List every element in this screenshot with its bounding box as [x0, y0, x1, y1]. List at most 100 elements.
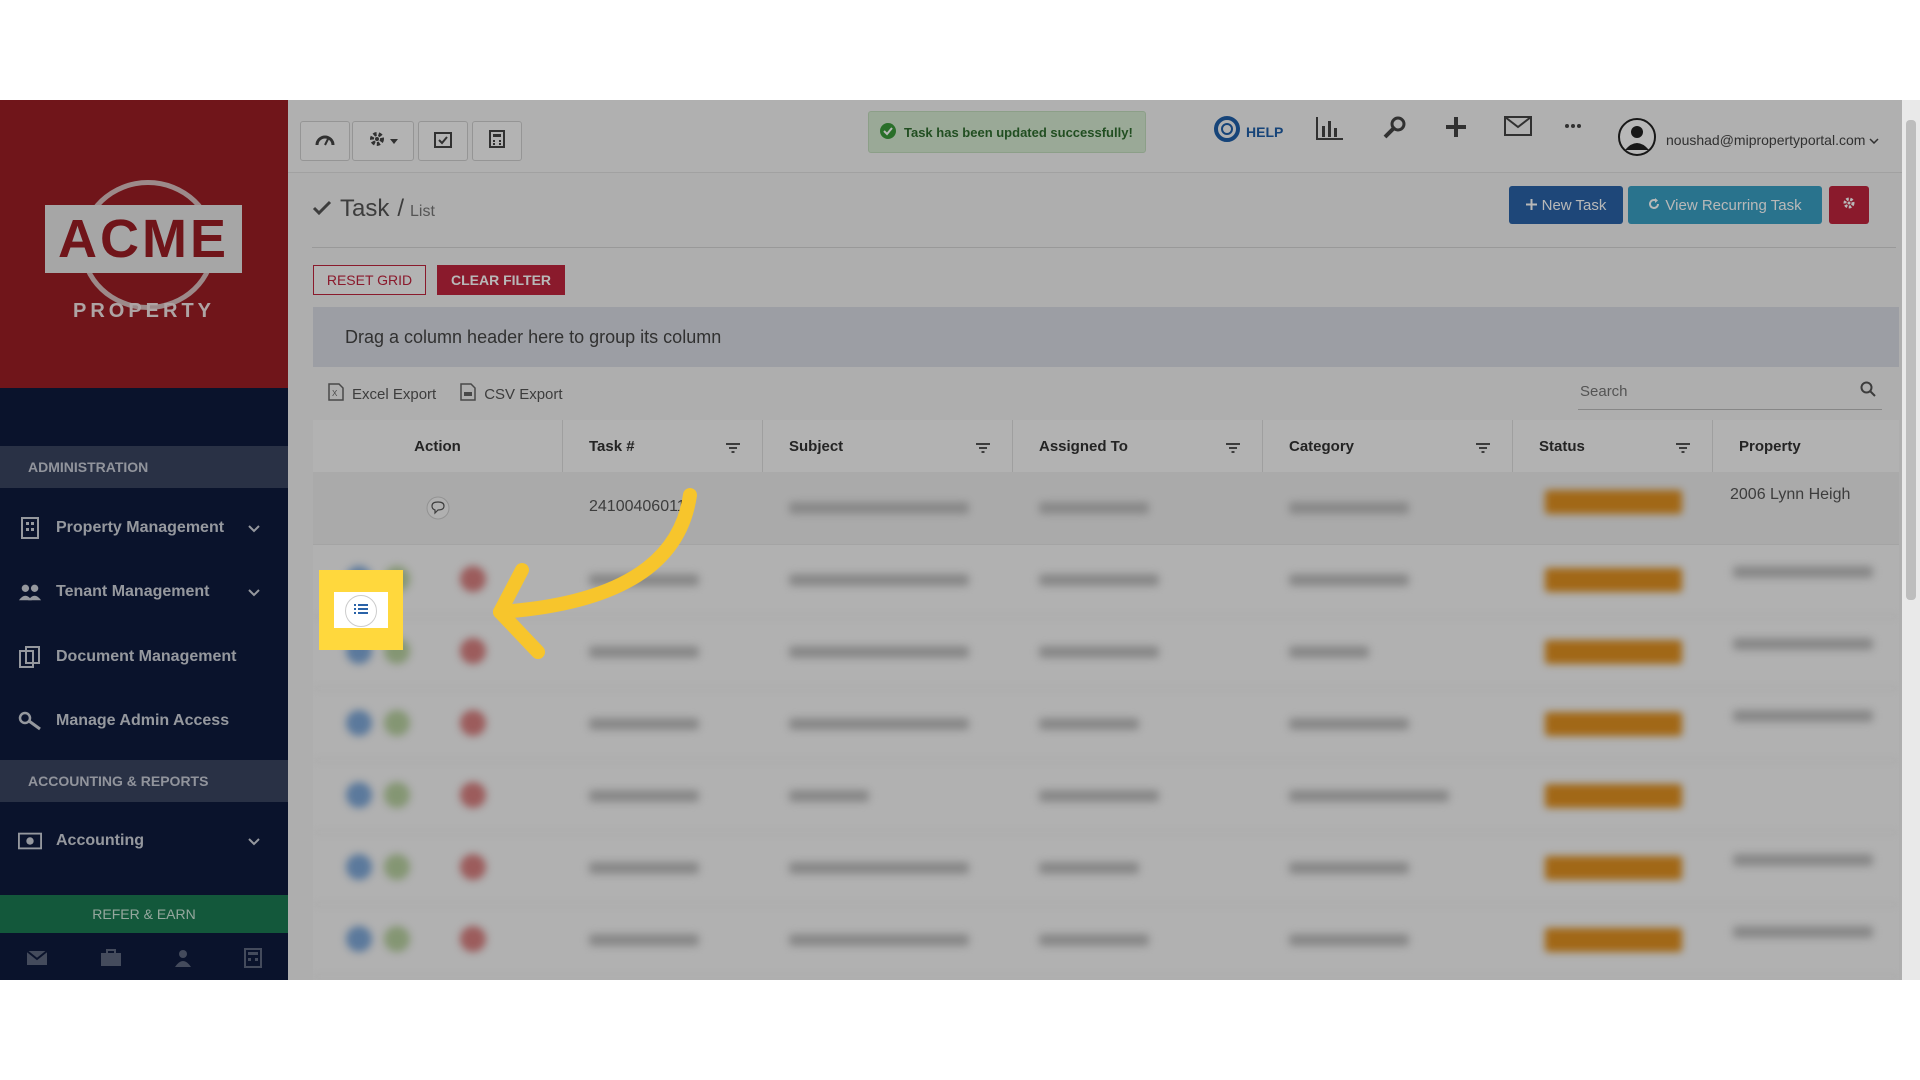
- section-administration: ADMINISTRATION: [0, 446, 288, 488]
- speedometer-icon: [315, 131, 335, 152]
- wrench-icon: [1382, 116, 1406, 145]
- add-button[interactable]: [1445, 116, 1467, 143]
- scrollbar-thumb[interactable]: [1906, 120, 1916, 600]
- new-task-label: New Task: [1541, 196, 1607, 214]
- column-header-assigned-to[interactable]: Assigned To: [1013, 420, 1263, 472]
- check-icon: [312, 200, 332, 221]
- column-header-status[interactable]: Status: [1513, 420, 1713, 472]
- page-header: Task / List: [312, 195, 435, 223]
- sidebar-item-property-management[interactable]: Property Management: [0, 500, 288, 556]
- more-button[interactable]: [1564, 116, 1582, 134]
- help-label: HELP: [1246, 123, 1284, 140]
- status-badge: [1545, 490, 1682, 514]
- csv-file-icon: [460, 383, 476, 405]
- excel-export-label: Excel Export: [352, 385, 437, 403]
- view-recurring-task-button[interactable]: View Recurring Task: [1628, 186, 1822, 224]
- messages-button[interactable]: [1504, 116, 1532, 141]
- sidebar-item-label: Manage Admin Access: [56, 712, 230, 729]
- calculator-icon[interactable]: [244, 947, 262, 973]
- column-label: Assigned To: [1039, 437, 1128, 455]
- table-row[interactable]: [313, 832, 1899, 905]
- filter-icon[interactable]: [1226, 440, 1240, 457]
- column-header-action[interactable]: Action: [313, 420, 563, 472]
- filter-icon[interactable]: [1676, 440, 1690, 457]
- column-label: Subject: [789, 437, 844, 455]
- avatar: [1618, 118, 1656, 161]
- column-header-subject[interactable]: Subject: [763, 420, 1013, 472]
- header-divider: [312, 247, 1896, 248]
- logo[interactable]: ACME: [45, 205, 242, 273]
- reset-grid-button[interactable]: RESET GRID: [313, 265, 426, 295]
- filter-icon[interactable]: [1476, 440, 1490, 457]
- logo-subtitle: PROPERTY: [72, 300, 216, 322]
- user-email: noushad@mipropertyportal.com: [1666, 131, 1866, 148]
- column-label: Category: [1289, 437, 1355, 455]
- sidebar-item-document-management[interactable]: Document Management: [0, 629, 288, 685]
- ellipsis-icon: [1564, 116, 1582, 134]
- key-icon: [18, 710, 42, 732]
- logo-text: ACME: [58, 209, 229, 269]
- gear-icon: [368, 130, 386, 153]
- lifebuoy-icon: [1214, 116, 1240, 147]
- excel-export-button[interactable]: X Excel Export: [328, 383, 436, 405]
- filter-icon[interactable]: [726, 440, 740, 457]
- tools-button[interactable]: [1382, 116, 1406, 145]
- svg-text:X: X: [332, 389, 338, 398]
- settings-dropdown-button[interactable]: [352, 121, 414, 161]
- logo-area: ACME PROPERTY: [0, 100, 288, 388]
- documents-icon: [18, 646, 42, 668]
- sidebar: ACME PROPERTY ADMINISTRATION Property Ma…: [0, 100, 288, 980]
- filter-icon[interactable]: [976, 440, 990, 457]
- sidebar-item-label: Accounting: [56, 832, 144, 849]
- breadcrumb[interactable]: List: [410, 203, 435, 221]
- refresh-icon: [1648, 197, 1660, 214]
- table-row[interactable]: [313, 904, 1899, 977]
- tutorial-arrow-icon: [493, 488, 697, 659]
- briefcase-icon[interactable]: [100, 948, 122, 972]
- dashboard-button[interactable]: [300, 121, 350, 161]
- view-recurring-label: View Recurring Task: [1665, 196, 1802, 214]
- mail-icon[interactable]: [26, 949, 48, 971]
- user-menu[interactable]: noushad@mipropertyportal.com: [1618, 118, 1879, 161]
- reports-button[interactable]: [1316, 116, 1344, 145]
- clear-filter-button[interactable]: CLEAR FILTER: [437, 265, 565, 295]
- refer-earn-button[interactable]: REFER & EARN: [0, 895, 288, 933]
- toast-message: Task has been updated successfully!: [904, 124, 1133, 140]
- column-label: Status: [1539, 437, 1585, 455]
- column-header-category[interactable]: Category: [1263, 420, 1513, 472]
- success-toast: Task has been updated successfully!: [868, 111, 1146, 153]
- column-header-property[interactable]: Property: [1713, 420, 1899, 472]
- top-toolbar: Task has been updated successfully! HELP: [288, 100, 1920, 173]
- task-details-button[interactable]: [345, 595, 377, 627]
- table-row[interactable]: [313, 688, 1899, 761]
- table-row[interactable]: [313, 760, 1899, 833]
- sidebar-item-tenant-management[interactable]: Tenant Management: [0, 564, 288, 620]
- column-label: Task #: [589, 437, 635, 455]
- gear-icon: [1842, 196, 1856, 214]
- column-header-task-number[interactable]: Task #: [563, 420, 763, 472]
- chevron-down-icon: [248, 520, 260, 538]
- csv-export-button[interactable]: CSV Export: [460, 383, 563, 405]
- sidebar-item-accounting[interactable]: Accounting: [0, 813, 288, 869]
- column-label: Property: [1739, 437, 1801, 455]
- search-input[interactable]: [1578, 375, 1842, 407]
- grid-settings-button[interactable]: [1829, 186, 1869, 224]
- sidebar-item-label: Property Management: [56, 519, 225, 536]
- calculator-button[interactable]: [472, 121, 522, 161]
- section-accounting-reports: ACCOUNTING & REPORTS: [0, 760, 288, 802]
- users-icon: [18, 581, 42, 603]
- app-frame: ACME PROPERTY ADMINISTRATION Property Ma…: [0, 100, 1920, 980]
- chevron-down-icon: [1869, 131, 1879, 149]
- grid-search: [1578, 375, 1882, 410]
- help-link[interactable]: HELP: [1214, 116, 1283, 147]
- group-drop-area[interactable]: Drag a column header here to group its c…: [313, 307, 1899, 367]
- new-task-button[interactable]: New Task: [1509, 186, 1623, 224]
- money-icon: [18, 830, 42, 852]
- calendar-button[interactable]: [418, 121, 468, 161]
- sidebar-item-manage-admin-access[interactable]: Manage Admin Access: [0, 693, 288, 749]
- search-icon[interactable]: [1860, 381, 1876, 402]
- user-icon[interactable]: [174, 949, 192, 972]
- bar-chart-icon: [1316, 116, 1344, 145]
- csv-export-label: CSV Export: [484, 385, 563, 403]
- excel-file-icon: X: [328, 383, 344, 405]
